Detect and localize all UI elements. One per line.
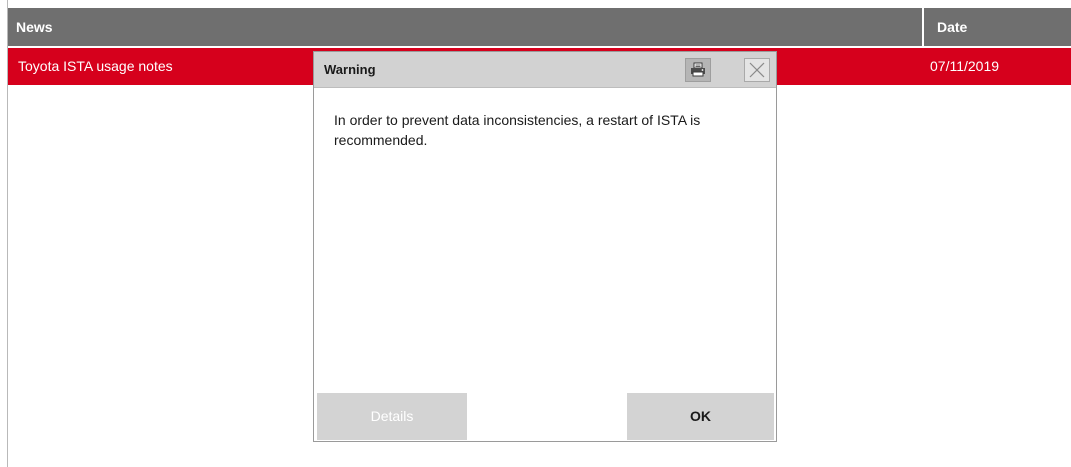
news-date: 07/11/2019 [930, 58, 1000, 74]
news-table-header: News Date [8, 8, 1071, 46]
warning-dialog: Warning In order to prevent data inconsi… [313, 51, 777, 442]
column-header-date[interactable]: Date [937, 8, 967, 46]
ok-button[interactable]: OK [627, 393, 774, 440]
dialog-titlebar: Warning [314, 52, 776, 88]
printer-icon [691, 62, 705, 77]
dialog-message: In order to prevent data inconsistencies… [334, 112, 701, 148]
news-page: News Date Toyota ISTA usage notes 07/11/… [0, 0, 1071, 467]
column-divider [922, 8, 924, 46]
close-icon [749, 62, 765, 78]
news-title[interactable]: Toyota ISTA usage notes [18, 48, 173, 85]
column-header-news[interactable]: News [16, 8, 53, 46]
close-button[interactable] [744, 58, 770, 82]
print-button[interactable] [685, 58, 711, 82]
details-button[interactable]: Details [317, 393, 467, 440]
dialog-title: Warning [324, 62, 376, 77]
